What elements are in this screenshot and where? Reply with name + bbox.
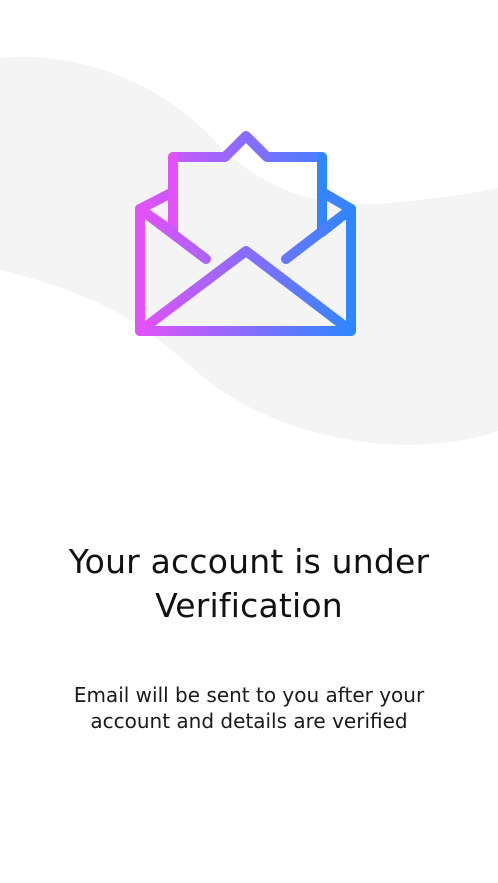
- envelope-front-flap: [135, 246, 356, 336]
- verification-screen: Your account is under Verification Email…: [0, 0, 498, 883]
- verification-title: Your account is under Verification: [68, 542, 430, 625]
- verification-message: Email will be sent to you after your acc…: [73, 683, 425, 733]
- open-envelope-icon: [135, 131, 356, 336]
